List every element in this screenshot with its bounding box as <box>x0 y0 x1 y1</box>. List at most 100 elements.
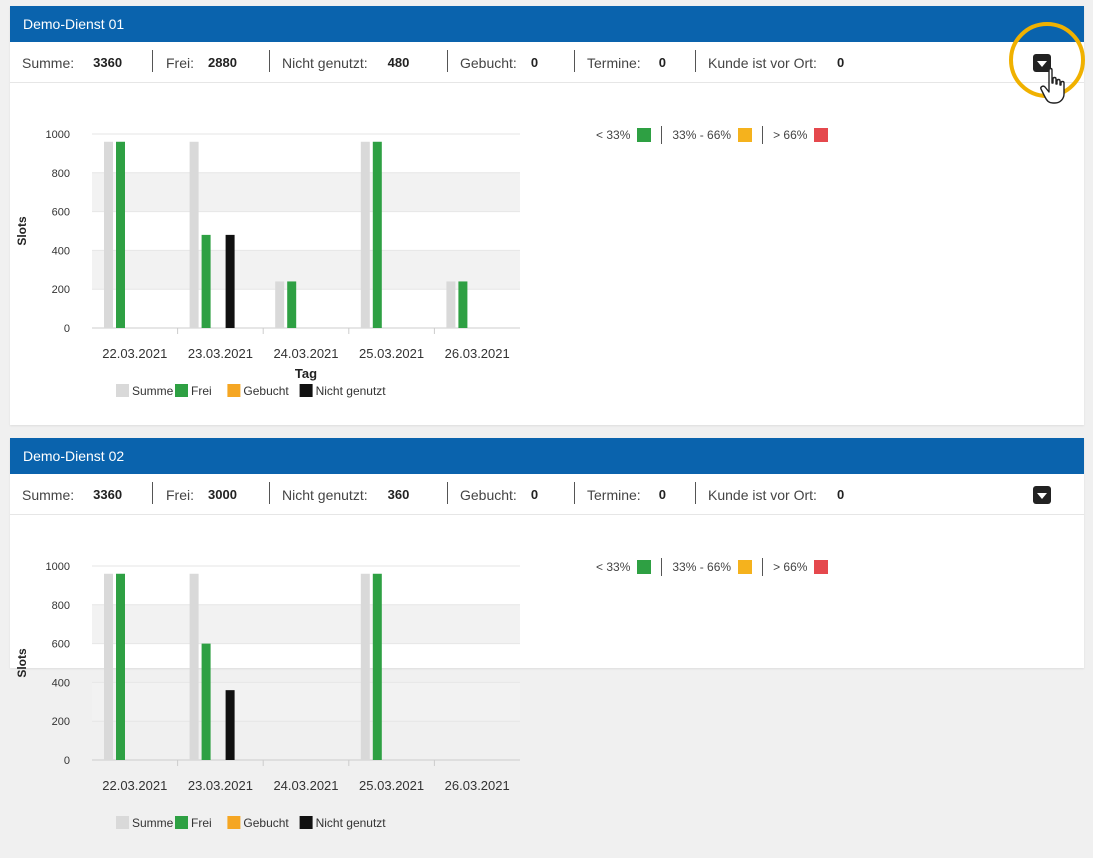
y-tick-label: 0 <box>64 323 70 335</box>
panel-title: Demo-Dienst 01 <box>10 6 1084 42</box>
stat-summe: Summe: 3360 <box>22 474 122 515</box>
y-axis-label: Slots <box>15 216 29 246</box>
y-tick-label: 800 <box>52 600 70 612</box>
grid-band <box>92 172 520 212</box>
stat-value: 0 <box>836 487 845 502</box>
bar-summe[interactable] <box>360 573 370 760</box>
utilization-legend: < 33% 33% - 66% > 66% <box>596 558 829 576</box>
bar-frei[interactable] <box>116 573 125 760</box>
slots-bar-chart: 0 200 400 600 800 1000 Slots 22.03.2021 23.03.20… <box>15 129 520 398</box>
grid-band <box>92 682 520 722</box>
bar-frei[interactable] <box>458 281 468 328</box>
stat-value: 0 <box>658 55 666 70</box>
separator <box>447 482 448 504</box>
bar-frei[interactable] <box>201 234 211 328</box>
bar-nicht-genutzt[interactable] <box>225 234 235 328</box>
separator <box>661 558 663 576</box>
legend-label[interactable]: Frei <box>191 816 212 830</box>
hand-pointer-icon <box>1040 67 1065 104</box>
stat-label: Nicht genutzt: <box>282 486 368 503</box>
stat-value: 0 <box>836 55 845 70</box>
stat-nicht-genutzt: Nicht genutzt: 480 <box>282 42 409 83</box>
legend-swatch <box>175 384 188 397</box>
stat-value: 3360 <box>93 487 123 502</box>
legend-low-label: < 33% <box>596 560 631 574</box>
stat-label: Gebucht: <box>460 486 517 503</box>
stats-bar: Summe: 3360 Frei: 2880 Nicht genutzt: 48… <box>10 42 1084 83</box>
separator <box>762 126 764 144</box>
legend-label[interactable]: Summe <box>132 384 174 398</box>
separator <box>695 50 696 72</box>
panel-demo-dienst-01: Demo-Dienst 01 Summe: 3360 Frei: 2880 Ni… <box>10 6 1084 425</box>
bar-summe[interactable] <box>360 141 370 328</box>
legend-swatch <box>116 816 129 829</box>
y-tick-label: 400 <box>52 245 70 257</box>
legend-low-label: < 33% <box>596 128 631 142</box>
legend-high-label: > 66% <box>773 560 808 574</box>
stat-value: 0 <box>658 487 666 502</box>
bar-frei[interactable] <box>116 141 125 328</box>
legend-mid-swatch <box>738 128 753 142</box>
stat-label: Termine: <box>587 486 641 503</box>
collapse-toggle-button[interactable] <box>1033 486 1051 504</box>
y-tick-label: 200 <box>52 284 70 296</box>
x-tick-label: 26.03.2021 <box>445 778 510 793</box>
grid-band <box>92 250 520 290</box>
stat-label: Kunde ist vor Ort: <box>708 486 817 503</box>
bar-summe[interactable] <box>275 281 285 328</box>
legend-label[interactable]: Summe <box>132 816 174 830</box>
x-tick-label: 25.03.2021 <box>359 346 424 361</box>
stat-termine: Termine: 0 <box>587 42 666 83</box>
bar-nicht-genutzt[interactable] <box>225 690 235 760</box>
stats-bar: Summe: 3360 Frei: 3000 Nicht genutzt: 36… <box>10 474 1084 515</box>
stat-value: 3360 <box>93 55 123 70</box>
separator <box>269 50 270 72</box>
legend-label[interactable]: Nicht genutzt <box>316 816 387 830</box>
legend-label[interactable]: Gebucht <box>243 816 289 830</box>
separator <box>661 126 663 144</box>
legend-swatch <box>299 384 313 397</box>
y-axis-label: Slots <box>15 648 29 678</box>
legend-label[interactable]: Gebucht <box>243 384 289 398</box>
bar-summe[interactable] <box>104 573 113 760</box>
legend-mid-swatch <box>738 560 753 574</box>
separator <box>152 50 153 72</box>
bar-frei[interactable] <box>372 573 382 760</box>
x-axis-label: Tag <box>295 366 317 381</box>
y-tick-label: 800 <box>52 168 70 180</box>
separator <box>152 482 153 504</box>
stat-label: Termine: <box>587 54 641 71</box>
legend-swatch <box>175 816 188 829</box>
caret-down-icon <box>1037 493 1047 499</box>
legend-swatch <box>116 384 129 397</box>
legend-label[interactable]: Frei <box>191 384 212 398</box>
x-tick-label: 22.03.2021 <box>102 778 167 793</box>
bar-frei[interactable] <box>372 141 382 328</box>
bar-summe[interactable] <box>104 141 113 328</box>
x-tick-label: 23.03.2021 <box>188 346 253 361</box>
separator <box>574 50 575 72</box>
legend-low-swatch <box>637 128 652 142</box>
y-tick-label: 600 <box>52 639 70 651</box>
bar-summe[interactable] <box>446 281 456 328</box>
y-tick-label: 400 <box>52 677 70 689</box>
legend-label[interactable]: Nicht genutzt <box>316 384 387 398</box>
y-tick-label: 600 <box>52 207 70 219</box>
bar-summe[interactable] <box>189 573 199 760</box>
stat-gebucht: Gebucht: 0 <box>460 42 538 83</box>
bar-frei[interactable] <box>201 643 211 760</box>
stat-value: 3000 <box>208 487 237 502</box>
x-tick-label: 24.03.2021 <box>273 778 338 793</box>
legend-swatch <box>299 816 313 829</box>
legend-swatch <box>227 816 241 829</box>
stat-nicht-genutzt: Nicht genutzt: 360 <box>282 474 409 515</box>
bar-summe[interactable] <box>189 141 199 328</box>
stat-label: Gebucht: <box>460 54 517 71</box>
stat-kunde-vor-ort: Kunde ist vor Ort: 0 <box>708 474 844 515</box>
bar-frei[interactable] <box>287 281 297 328</box>
stat-summe: Summe: 3360 <box>22 42 122 83</box>
x-tick-label: 22.03.2021 <box>102 346 167 361</box>
stat-value: 0 <box>530 55 539 70</box>
legend-mid-label: 33% - 66% <box>672 560 732 574</box>
stat-value: 2880 <box>208 55 237 70</box>
